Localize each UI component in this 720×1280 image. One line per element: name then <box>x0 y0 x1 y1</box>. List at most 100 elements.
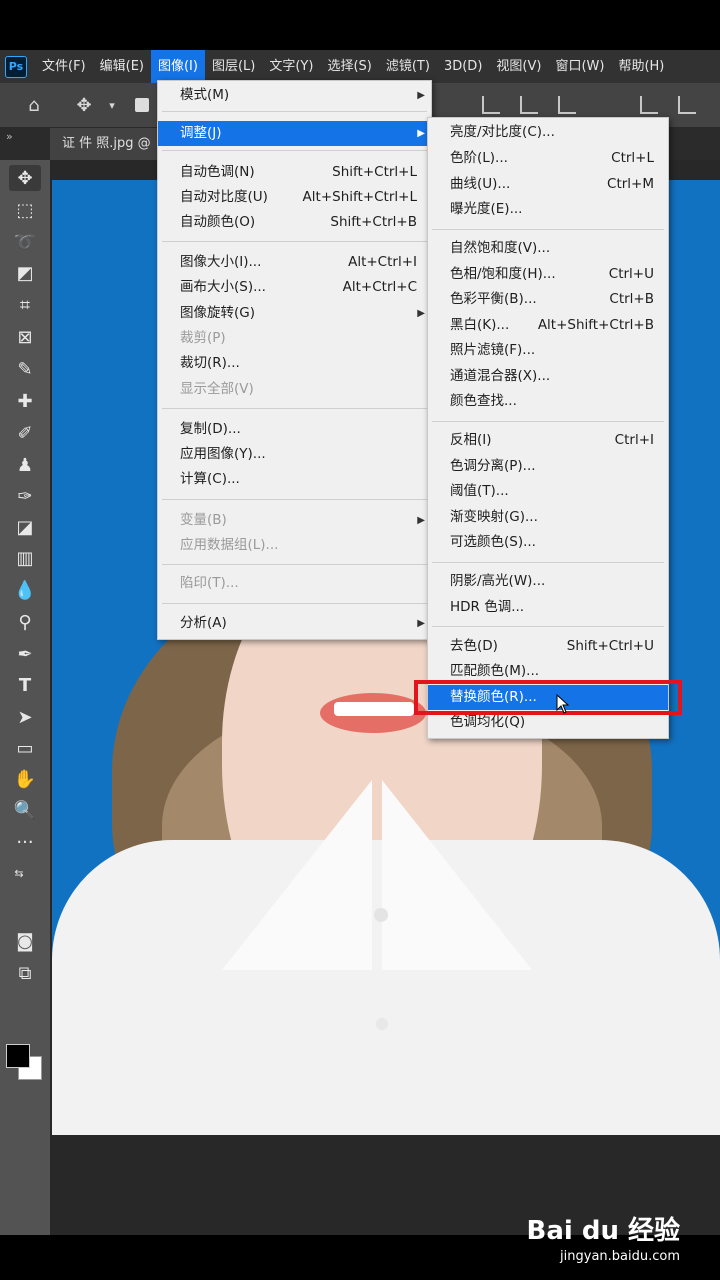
menu-item-black-white[interactable]: 黑白(K)... Alt+Shift+Ctrl+B <box>428 313 668 338</box>
menu-item-reveal-all: 显示全部(V) <box>180 381 254 397</box>
healing-brush-tool-icon[interactable]: ✚ <box>9 388 41 414</box>
type-tool-icon[interactable]: T <box>9 672 41 698</box>
align-left-icon[interactable] <box>482 96 500 114</box>
blur-tool-icon[interactable]: 💧 <box>9 577 41 603</box>
dodge-tool-icon[interactable]: ⚲ <box>9 609 41 635</box>
highlight-annotation-box <box>414 680 682 715</box>
menu-item-canvas-size[interactable]: 画布大小(S)... Alt+Ctrl+C <box>158 275 431 300</box>
menu-help[interactable]: 帮助(H) <box>611 50 671 83</box>
menu-item-apply-image[interactable]: 应用图像(Y)... <box>158 442 431 467</box>
teeth <box>334 702 414 716</box>
frame-tool-icon[interactable]: ⊠ <box>9 324 41 350</box>
menu-image[interactable]: 图像(I) <box>150 50 205 83</box>
menu-item-image-rotation[interactable]: 图像旋转(G) ▶ <box>158 301 431 326</box>
menu-file[interactable]: 文件(F) <box>35 50 93 83</box>
marquee-tool-icon[interactable]: ⬚ <box>9 197 41 223</box>
menu-item-brightness-contrast[interactable]: 亮度/对比度(C)... <box>428 120 668 145</box>
menu-item-calculations[interactable]: 计算(C)... <box>158 467 431 492</box>
align-icons-group <box>482 96 576 114</box>
menu-item-color-lookup[interactable]: 颜色查找... <box>428 389 668 414</box>
brush-tool-icon[interactable]: ✐ <box>9 420 41 446</box>
menu-item-invert[interactable]: 反相(I) Ctrl+I <box>428 428 668 453</box>
menu-filter[interactable]: 滤镜(T) <box>379 50 437 83</box>
foreground-color-swatch[interactable] <box>6 1044 30 1068</box>
photoshop-logo-icon: Ps <box>5 55 27 78</box>
menu-item-adjustments[interactable]: 调整(J) ▶ <box>158 121 431 146</box>
menu-item-mode[interactable]: 模式(M) ▶ <box>158 83 431 108</box>
menu-item-analysis[interactable]: 分析(A) ▶ <box>158 611 431 636</box>
collar-left <box>222 780 372 970</box>
menu-select[interactable]: 选择(S) <box>320 50 378 83</box>
menu-edit[interactable]: 编辑(E) <box>93 50 151 83</box>
menu-item-variables: 变量(B) ▶ <box>158 508 431 533</box>
gradient-tool-icon[interactable]: ▥ <box>9 545 41 571</box>
menu-item-vibrance[interactable]: 自然饱和度(V)... <box>428 236 668 261</box>
menu-type[interactable]: 文字(Y) <box>262 50 320 83</box>
menu-item-color-balance[interactable]: 色彩平衡(B)... Ctrl+B <box>428 287 668 312</box>
menu-item-exposure[interactable]: 曝光度(E)... <box>428 197 668 222</box>
menu-item-auto-color[interactable]: 自动颜色(O) Shift+Ctrl+B <box>158 210 431 235</box>
menu-item-hue-saturation[interactable]: 色相/饱和度(H)... Ctrl+U <box>428 262 668 287</box>
watermark-brand: Bai du 经验 <box>526 1216 681 1246</box>
distribute-top-icon[interactable] <box>640 96 658 114</box>
menu-item-selective-color[interactable]: 可选颜色(S)... <box>428 530 668 555</box>
watermark-url: jingyan.baidu.com <box>560 1249 680 1264</box>
menu-item-channel-mixer[interactable]: 通道混合器(X)... <box>428 364 668 389</box>
menu-item-hdr-toning[interactable]: HDR 色调... <box>428 595 668 620</box>
align-right-icon[interactable] <box>558 96 576 114</box>
auto-select-checkbox[interactable] <box>130 93 154 117</box>
menu-item-image-size[interactable]: 图像大小(I)... Alt+Ctrl+I <box>158 250 431 275</box>
menu-item-gradient-map[interactable]: 渐变映射(G)... <box>428 505 668 530</box>
chevron-down-icon[interactable]: ▾ <box>100 93 124 117</box>
swap-colors-icon[interactable]: ⇆ <box>4 860 34 886</box>
menu-item-threshold[interactable]: 阈值(T)... <box>428 479 668 504</box>
menu-view[interactable]: 视图(V) <box>489 50 548 83</box>
menu-item-auto-tone[interactable]: 自动色调(N) Shift+Ctrl+L <box>158 160 431 185</box>
collar-right <box>382 780 532 970</box>
menu-item-auto-contrast[interactable]: 自动对比度(U) Alt+Shift+Ctrl+L <box>158 185 431 210</box>
shirt-button <box>374 908 388 922</box>
adjustments-submenu: 亮度/对比度(C)... 色阶(L)... Ctrl+L 曲线(U)... Ctrl… <box>427 117 669 739</box>
distribute-icons-group <box>640 96 696 114</box>
menu-item-trim[interactable]: 裁切(R)... <box>158 351 431 376</box>
menu-item-photo-filter[interactable]: 照片滤镜(F)... <box>428 338 668 363</box>
menu-window[interactable]: 窗口(W) <box>548 50 611 83</box>
baidu-jingyan-watermark: Bai du 经验 jingyan.baidu.com <box>527 1210 681 1264</box>
crop-tool-icon[interactable]: ⌗ <box>9 292 41 318</box>
menu-layer[interactable]: 图层(L) <box>205 50 262 83</box>
menu-item-duplicate[interactable]: 复制(D)... <box>158 417 431 442</box>
menu-item-curves[interactable]: 曲线(U)... Ctrl+M <box>428 172 668 197</box>
menu-item-desaturate[interactable]: 去色(D) Shift+Ctrl+U <box>428 634 668 659</box>
shirt-button <box>376 1018 388 1030</box>
menu-3d[interactable]: 3D(D) <box>437 50 489 83</box>
submenu-arrow-icon: ▶ <box>417 128 425 139</box>
hand-tool-icon[interactable]: ✋ <box>9 766 41 792</box>
move-tool-icon[interactable]: ✥ <box>9 165 41 191</box>
eyedropper-tool-icon[interactable]: ✎ <box>9 356 41 382</box>
history-brush-tool-icon[interactable]: ✑ <box>9 483 41 509</box>
menu-item-shadows-highlights[interactable]: 阴影/高光(W)... <box>428 569 668 594</box>
eraser-tool-icon[interactable]: ◪ <box>9 514 41 540</box>
more-tools-icon[interactable]: ··· <box>9 829 41 855</box>
quick-select-tool-icon[interactable]: ◩ <box>9 260 41 286</box>
home-icon[interactable]: ⌂ <box>22 93 46 117</box>
path-select-tool-icon[interactable]: ➤ <box>9 704 41 730</box>
zoom-tool-icon[interactable]: 🔍 <box>9 797 41 823</box>
screen-mode-icon[interactable]: ⧉ <box>9 960 41 986</box>
stamp-tool-icon[interactable]: ♟ <box>9 452 41 478</box>
menu-item-posterize[interactable]: 色调分离(P)... <box>428 454 668 479</box>
mouse-cursor-icon <box>556 694 570 714</box>
move-tool-icon[interactable]: ✥ <box>72 93 96 117</box>
pen-tool-icon[interactable]: ✒ <box>9 641 41 667</box>
top-black-band <box>0 0 720 50</box>
collapse-panels-icon[interactable]: » <box>6 130 13 143</box>
lasso-tool-icon[interactable]: ➰ <box>9 229 41 255</box>
quick-mask-icon[interactable]: ◙ <box>9 928 41 954</box>
submenu-arrow-icon: ▶ <box>417 618 425 629</box>
align-center-icon[interactable] <box>520 96 538 114</box>
menu-item-levels[interactable]: 色阶(L)... Ctrl+L <box>428 146 668 171</box>
distribute-middle-icon[interactable] <box>678 96 696 114</box>
menu-item-crop: 裁剪(P) <box>180 330 226 346</box>
menu-item-trap: 陷印(T)... <box>180 575 239 591</box>
shape-tool-icon[interactable]: ▭ <box>9 735 41 761</box>
